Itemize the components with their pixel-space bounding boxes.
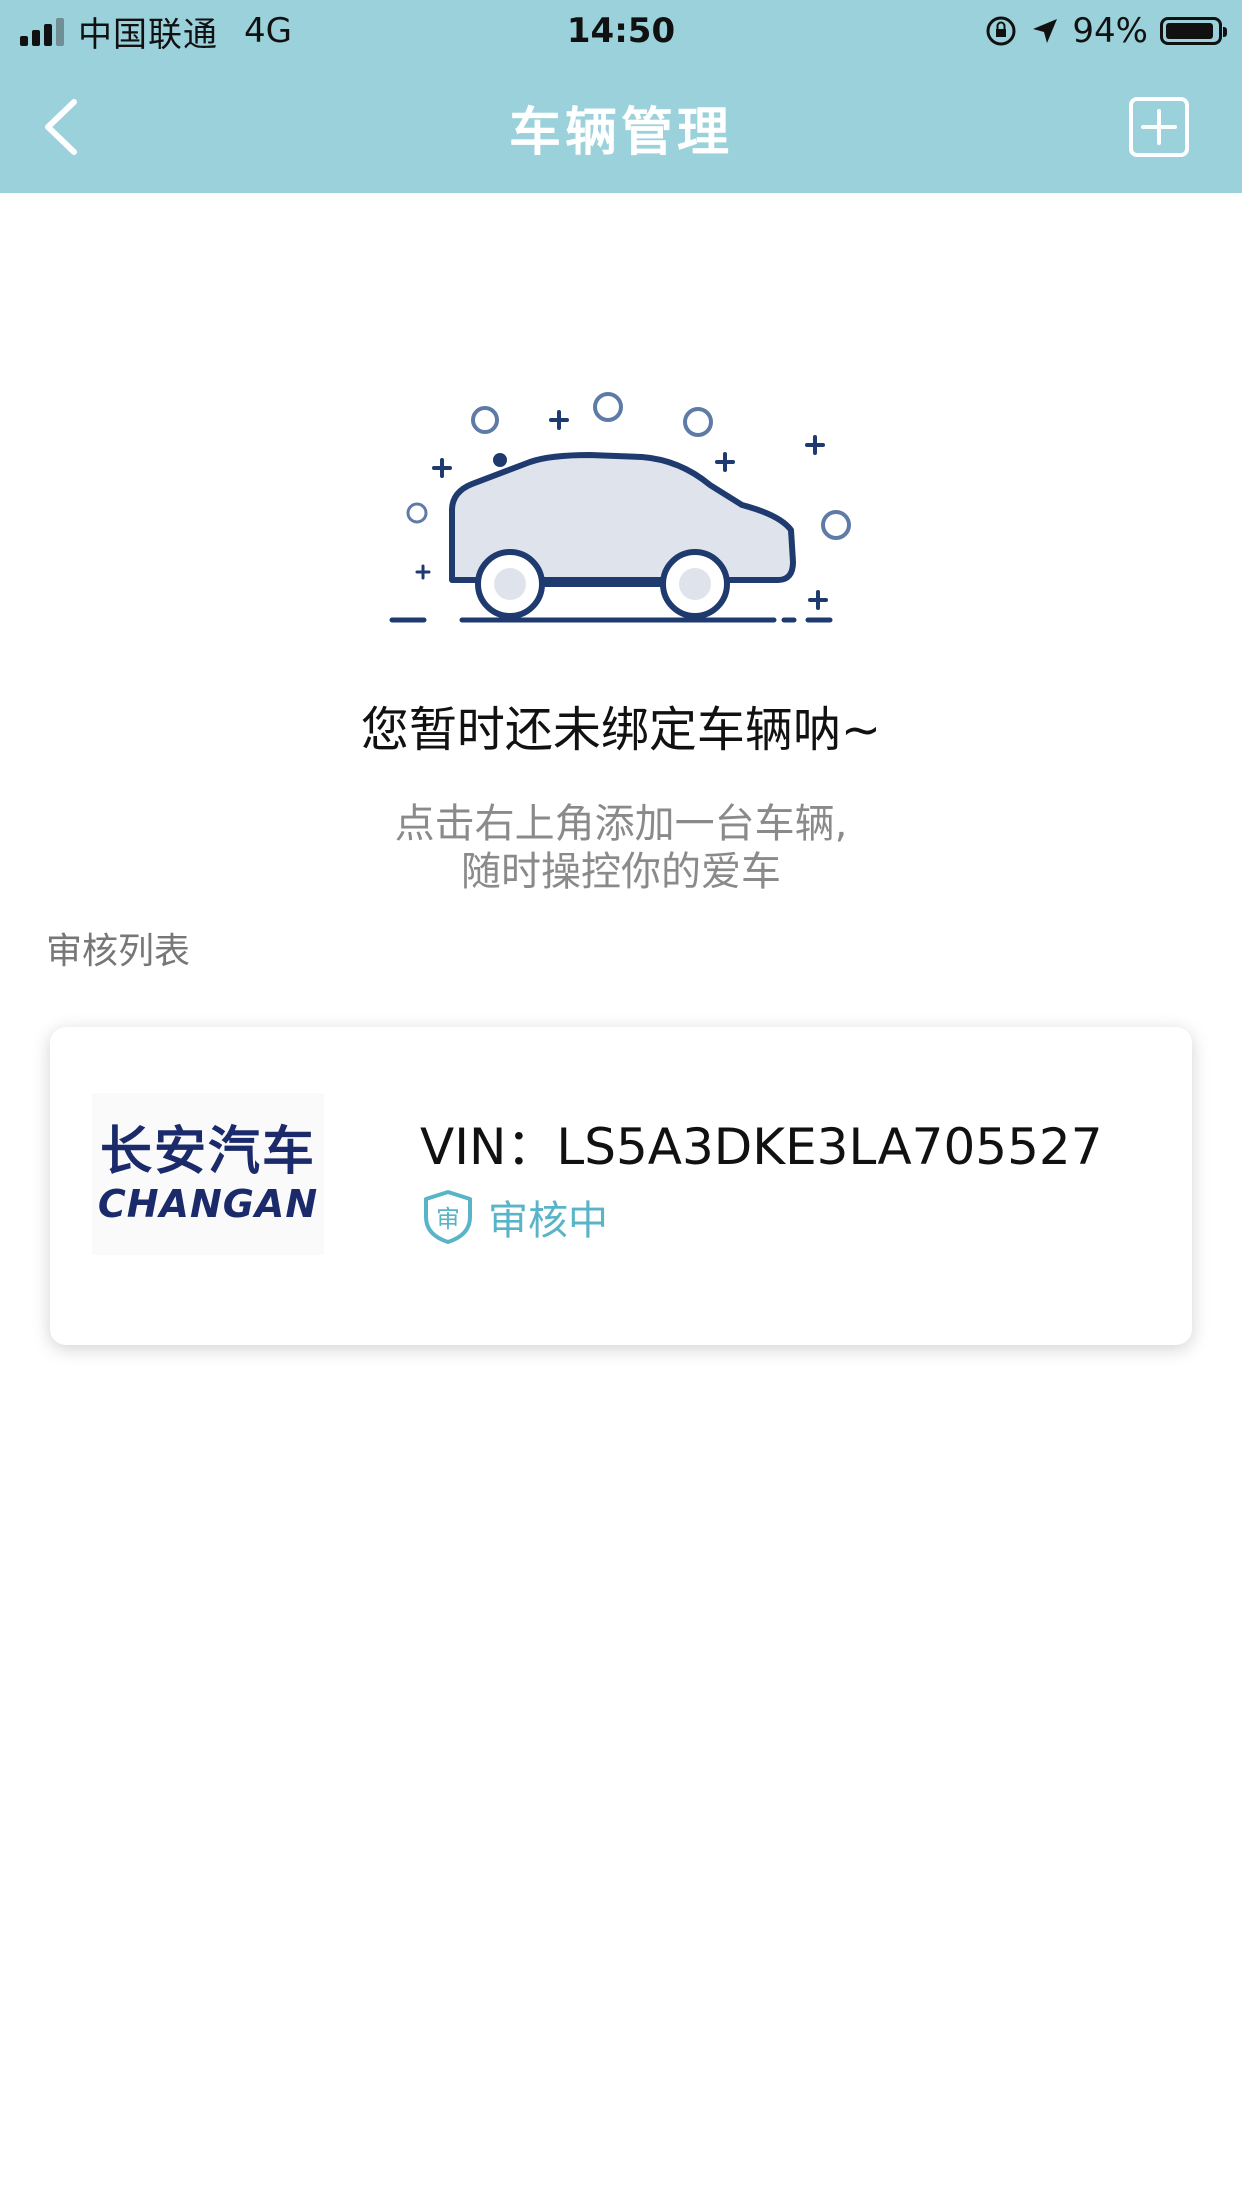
battery-percent: 94% bbox=[1072, 11, 1148, 51]
brand-logo-cn: 长安汽车 bbox=[99, 1122, 316, 1182]
review-status: 审 审核中 bbox=[422, 1189, 608, 1245]
empty-state-subtitle: 点击右上角添加一台车辆, 随时操控你的爱车 bbox=[0, 800, 1242, 896]
empty-state-title: 您暂时还未绑定车辆呐~ bbox=[360, 702, 882, 758]
brand-logo-en: CHANGAN bbox=[97, 1182, 319, 1226]
car-icon bbox=[389, 392, 851, 623]
rotation-lock-icon bbox=[986, 16, 1016, 46]
battery-icon bbox=[1160, 17, 1227, 45]
nav-bar: 车辆管理 bbox=[0, 62, 1242, 193]
svg-text:审: 审 bbox=[436, 1205, 460, 1233]
vehicle-review-card[interactable]: 长安汽车 CHANGAN VIN：LS5A3DKE3LA705527 审 审核中 bbox=[50, 1027, 1192, 1345]
page-title: 车辆管理 bbox=[508, 103, 733, 163]
brand-logo: 长安汽车 CHANGAN bbox=[92, 1093, 324, 1255]
shield-icon: 审 bbox=[424, 1190, 472, 1244]
location-arrow-icon bbox=[1033, 19, 1058, 43]
empty-state-subtitle-line2: 随时操控你的爱车 bbox=[461, 849, 781, 895]
vin-label: VIN：LS5A3DKE3LA705527 bbox=[420, 1118, 1103, 1176]
review-status-label: 审核中 bbox=[488, 1198, 608, 1244]
plus-square-icon[interactable] bbox=[1128, 96, 1190, 158]
status-bar: 中国联通 4G 14:50 94% bbox=[0, 0, 1242, 62]
status-right: 94% bbox=[984, 0, 1227, 62]
battery-level bbox=[1166, 23, 1213, 39]
empty-state-subtitle-line1: 点击右上角添加一台车辆, bbox=[394, 801, 848, 847]
review-section-label: 审核列表 bbox=[46, 931, 191, 972]
